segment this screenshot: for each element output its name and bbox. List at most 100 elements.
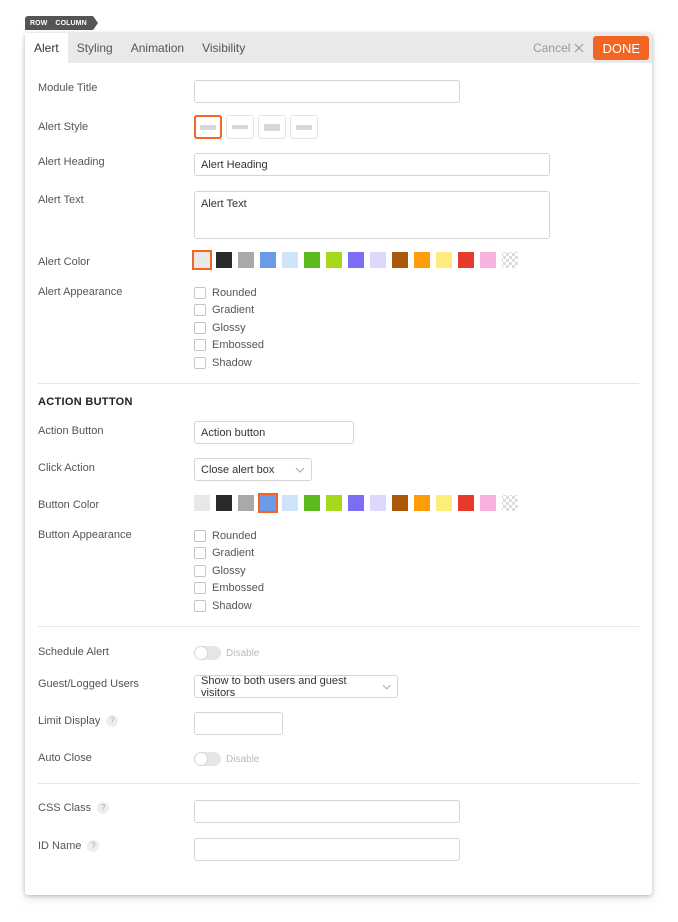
- toggle-track[interactable]: [194, 752, 221, 766]
- button-color-swatch[interactable]: [502, 495, 518, 511]
- toggle-track[interactable]: [194, 646, 221, 660]
- tab-animation[interactable]: Animation: [122, 33, 193, 63]
- checkbox[interactable]: [194, 599, 206, 612]
- button-color-swatch[interactable]: [238, 495, 254, 511]
- checkbox[interactable]: [194, 529, 206, 542]
- alert-appearance-label: Alert Appearance: [38, 286, 123, 298]
- help-icon[interactable]: ?: [106, 715, 119, 727]
- alert-color-swatch[interactable]: [238, 252, 254, 268]
- alert-heading-input[interactable]: Alert Heading: [194, 153, 550, 176]
- tab-alert[interactable]: Alert: [25, 33, 68, 63]
- help-icon[interactable]: ?: [87, 840, 100, 852]
- alert-appearance-gradient[interactable]: Gradient: [194, 302, 264, 320]
- alert-text-label: Alert Text: [38, 194, 84, 206]
- option-label: Rounded: [212, 529, 257, 542]
- checkbox[interactable]: [194, 339, 206, 352]
- checkbox[interactable]: [194, 547, 206, 560]
- alert-text-textarea[interactable]: Alert Text: [194, 191, 550, 239]
- checkbox[interactable]: [194, 286, 206, 299]
- button-appearance-shadow[interactable]: Shadow: [194, 597, 264, 615]
- alert-style-option-4[interactable]: [290, 115, 318, 139]
- breadcrumb-column[interactable]: COLUMN: [55, 20, 86, 27]
- click-action-label: Click Action: [38, 462, 95, 474]
- alert-style-option-1[interactable]: [194, 115, 222, 139]
- id-name-label: ID Name ?: [38, 839, 100, 853]
- breadcrumb-row[interactable]: ROW: [30, 20, 47, 27]
- alert-color-swatch[interactable]: [326, 252, 342, 268]
- alert-style-option-2[interactable]: [226, 115, 254, 139]
- button-color-swatch[interactable]: [326, 495, 342, 511]
- option-label: Embossed: [212, 339, 264, 352]
- help-icon[interactable]: ?: [97, 802, 110, 814]
- button-color-swatch[interactable]: [304, 495, 320, 511]
- limit-display-input[interactable]: [194, 712, 283, 735]
- option-label: Rounded: [212, 286, 257, 299]
- alert-color-swatch[interactable]: [458, 252, 474, 268]
- button-color-swatch[interactable]: [258, 493, 278, 513]
- alert-color-swatch[interactable]: [436, 252, 452, 268]
- alert-color-swatch[interactable]: [370, 252, 386, 268]
- module-title-input[interactable]: [194, 80, 460, 103]
- option-label: Glossy: [212, 321, 246, 334]
- alert-color-swatch[interactable]: [348, 252, 364, 268]
- section-divider: [38, 626, 639, 627]
- alert-color-swatch[interactable]: [282, 252, 298, 268]
- alert-color-swatch[interactable]: [480, 252, 496, 268]
- cancel-label: Cancel: [533, 41, 571, 55]
- button-color-swatch[interactable]: [436, 495, 452, 511]
- alert-appearance-shadow[interactable]: Shadow: [194, 354, 264, 372]
- button-color-swatch[interactable]: [392, 495, 408, 511]
- option-label: Shadow: [212, 599, 252, 612]
- action-button-label: Action Button: [38, 425, 104, 437]
- button-appearance-gradient[interactable]: Gradient: [194, 545, 264, 563]
- section-divider: [38, 383, 639, 384]
- alert-color-swatches: [192, 250, 524, 270]
- alert-color-swatch[interactable]: [304, 252, 320, 268]
- schedule-alert-toggle[interactable]: Disable: [194, 646, 259, 660]
- button-color-swatch[interactable]: [480, 495, 496, 511]
- click-action-select[interactable]: Close alert box: [194, 458, 312, 481]
- alert-appearance-glossy[interactable]: Glossy: [194, 319, 264, 337]
- checkbox[interactable]: [194, 356, 206, 369]
- alert-color-swatch[interactable]: [392, 252, 408, 268]
- button-appearance-label: Button Appearance: [38, 529, 132, 541]
- alert-appearance-rounded[interactable]: Rounded: [194, 284, 264, 302]
- action-button-input[interactable]: Action button: [194, 421, 354, 444]
- option-label: Gradient: [212, 547, 255, 560]
- checkbox[interactable]: [194, 564, 206, 577]
- checkbox[interactable]: [194, 582, 206, 595]
- button-appearance-glossy[interactable]: Glossy: [194, 562, 264, 580]
- button-color-swatch[interactable]: [216, 495, 232, 511]
- checkbox[interactable]: [194, 321, 206, 334]
- chevron-down-icon: [295, 467, 305, 473]
- button-appearance-rounded[interactable]: Rounded: [194, 527, 264, 545]
- button-color-swatch[interactable]: [370, 495, 386, 511]
- auto-close-toggle[interactable]: Disable: [194, 752, 259, 766]
- guest-logged-users-select[interactable]: Show to both users and guest visitors: [194, 675, 398, 699]
- css-class-input[interactable]: [194, 800, 460, 823]
- alert-appearance-embossed[interactable]: Embossed: [194, 337, 264, 355]
- alert-color-swatch[interactable]: [260, 252, 276, 268]
- alert-style-label: Alert Style: [38, 121, 89, 133]
- button-color-swatch[interactable]: [458, 495, 474, 511]
- alert-color-swatch[interactable]: [414, 252, 430, 268]
- guest-logged-users-label: Guest/Logged Users: [38, 678, 139, 690]
- checkbox[interactable]: [194, 304, 206, 317]
- cancel-button[interactable]: Cancel: [533, 41, 584, 55]
- button-color-swatch[interactable]: [282, 495, 298, 511]
- done-button[interactable]: DONE: [593, 36, 649, 60]
- css-class-label: CSS Class ?: [38, 801, 110, 815]
- id-name-input[interactable]: [194, 838, 460, 861]
- limit-display-text: Limit Display: [38, 715, 101, 727]
- button-color-swatch[interactable]: [348, 495, 364, 511]
- css-class-text: CSS Class: [38, 802, 92, 814]
- button-color-swatch[interactable]: [414, 495, 430, 511]
- alert-color-swatch[interactable]: [216, 252, 232, 268]
- alert-color-swatch[interactable]: [192, 250, 212, 270]
- alert-color-swatch[interactable]: [502, 252, 518, 268]
- alert-style-option-3[interactable]: [258, 115, 286, 139]
- tab-visibility[interactable]: Visibility: [193, 33, 254, 63]
- button-color-swatch[interactable]: [194, 495, 210, 511]
- tab-styling[interactable]: Styling: [68, 33, 122, 63]
- button-appearance-embossed[interactable]: Embossed: [194, 580, 264, 598]
